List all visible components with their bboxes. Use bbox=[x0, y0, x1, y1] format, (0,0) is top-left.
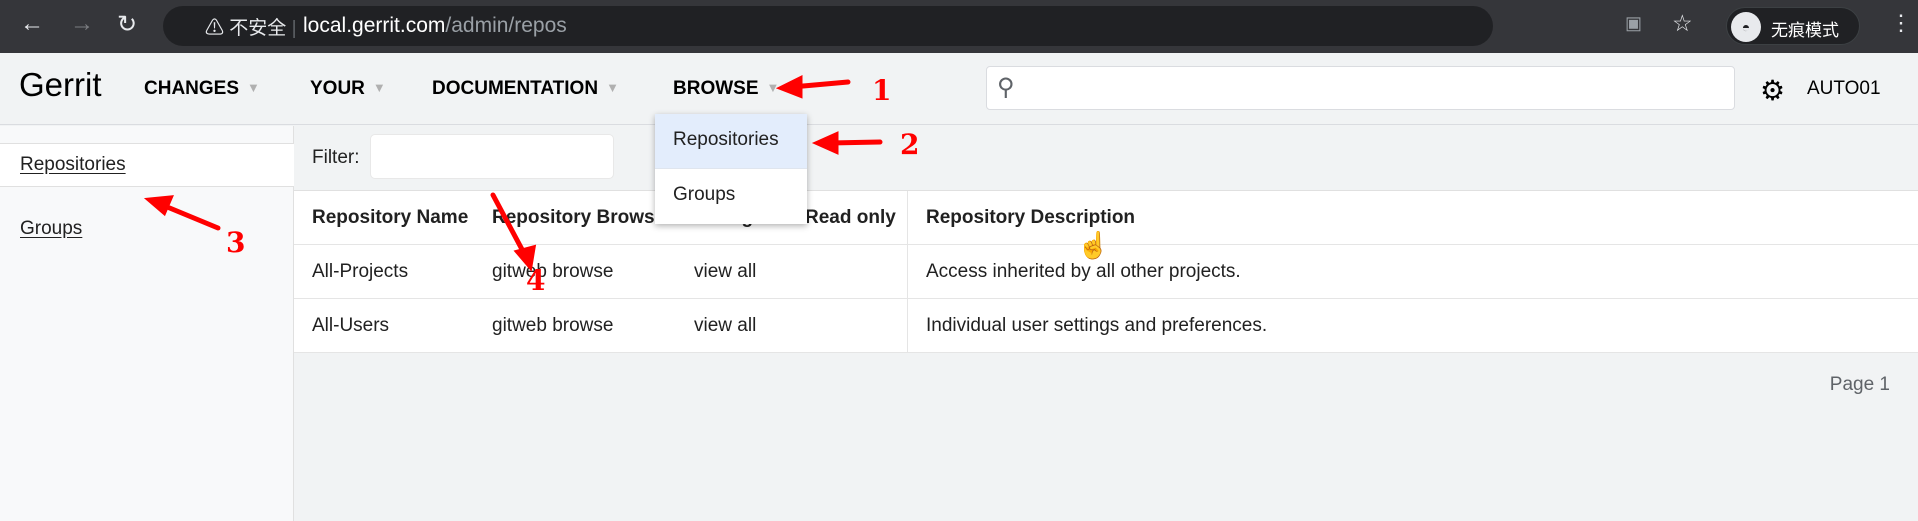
repo-name-link[interactable]: All-Users bbox=[312, 315, 389, 337]
nav-documentation[interactable]: DOCUMENTATION ▼ bbox=[432, 78, 619, 100]
gear-icon[interactable]: ⚙ bbox=[1760, 74, 1785, 107]
repo-browser-link[interactable]: gitweb browse bbox=[492, 261, 613, 283]
table-row: All-Users gitweb browse view all Individ… bbox=[294, 299, 1918, 353]
nav-changes[interactable]: CHANGES ▼ bbox=[144, 78, 260, 100]
forward-icon[interactable]: → bbox=[70, 10, 94, 38]
annotation-arrow-2 bbox=[827, 139, 883, 146]
incognito-icon: ◓ bbox=[1731, 12, 1761, 42]
header-browser: Repository Browser bbox=[492, 207, 673, 228]
sidebar-item-label: Repositories bbox=[20, 154, 126, 175]
sidebar-item-groups[interactable]: Groups bbox=[0, 208, 294, 252]
chevron-down-icon: ▼ bbox=[766, 80, 780, 95]
translate-icon[interactable]: ▣ bbox=[1625, 13, 1642, 34]
incognito-badge[interactable]: ◓ 无痕模式 bbox=[1726, 7, 1860, 45]
menu-item-groups[interactable]: Groups bbox=[655, 169, 807, 224]
browse-dropdown-menu: Repositories Groups bbox=[655, 114, 807, 224]
menu-item-repositories[interactable]: Repositories bbox=[655, 114, 807, 169]
header-name: Repository Name bbox=[312, 207, 469, 228]
chevron-down-icon: ▼ bbox=[372, 80, 386, 95]
chevron-down-icon: ▼ bbox=[606, 80, 619, 95]
incognito-label: 无痕模式 bbox=[1771, 21, 1839, 40]
nav-label: CHANGES bbox=[144, 78, 240, 99]
view-changes-link[interactable]: view all bbox=[694, 261, 756, 283]
nav-label: DOCUMENTATION bbox=[432, 78, 599, 99]
account-name[interactable]: AUTO01 bbox=[1807, 78, 1881, 100]
header-description: Repository Description bbox=[926, 207, 1136, 228]
chevron-down-icon: ▼ bbox=[247, 80, 260, 95]
repo-browser-link[interactable]: gitweb browse bbox=[492, 315, 613, 337]
search-input[interactable]: ⚲ bbox=[986, 66, 1735, 110]
filter-input[interactable] bbox=[370, 134, 614, 179]
nav-browse[interactable]: BROWSE ▼ bbox=[673, 78, 779, 100]
page-indicator: Page 1 bbox=[1829, 374, 1890, 395]
view-changes-link[interactable]: view all bbox=[694, 315, 756, 337]
header-read-only: Read only bbox=[805, 207, 896, 228]
nav-label: YOUR bbox=[310, 78, 365, 99]
reload-icon[interactable]: ↻ bbox=[117, 10, 137, 39]
menu-kebab-icon[interactable]: ⋮ bbox=[1890, 10, 1912, 36]
filter-label: Filter: bbox=[312, 147, 360, 168]
search-icon: ⚲ bbox=[997, 74, 1015, 101]
insecure-label: 不安全 bbox=[229, 18, 287, 39]
url-path: /admin/repos bbox=[445, 14, 567, 37]
bookmark-star-icon[interactable]: ☆ bbox=[1672, 10, 1693, 37]
annotation-label-2: 2 bbox=[900, 128, 919, 161]
hand-cursor-icon: ☝ bbox=[1077, 230, 1110, 260]
repo-description: Access inherited by all other projects. bbox=[926, 261, 1241, 282]
back-icon[interactable]: ← bbox=[20, 10, 44, 38]
arrowhead bbox=[811, 131, 839, 155]
nav-label: BROWSE bbox=[673, 78, 759, 99]
url-host: local.gerrit.com bbox=[303, 14, 446, 37]
sidebar-item-label: Groups bbox=[20, 218, 83, 239]
gerrit-logo[interactable]: Gerrit bbox=[19, 66, 102, 104]
nav-your[interactable]: YOUR ▼ bbox=[310, 78, 386, 100]
insecure-indicator[interactable]: ⚠ 不安全 | bbox=[205, 13, 297, 40]
repo-name-link[interactable]: All-Projects bbox=[312, 261, 408, 283]
url-text[interactable]: local.gerrit.com/admin/repos bbox=[303, 14, 567, 38]
repository-table: Repository Name Repository Browser Chang… bbox=[294, 190, 1918, 353]
sidebar-item-repositories[interactable]: Repositories bbox=[0, 143, 294, 187]
repo-description: Individual user settings and preferences… bbox=[926, 315, 1268, 336]
